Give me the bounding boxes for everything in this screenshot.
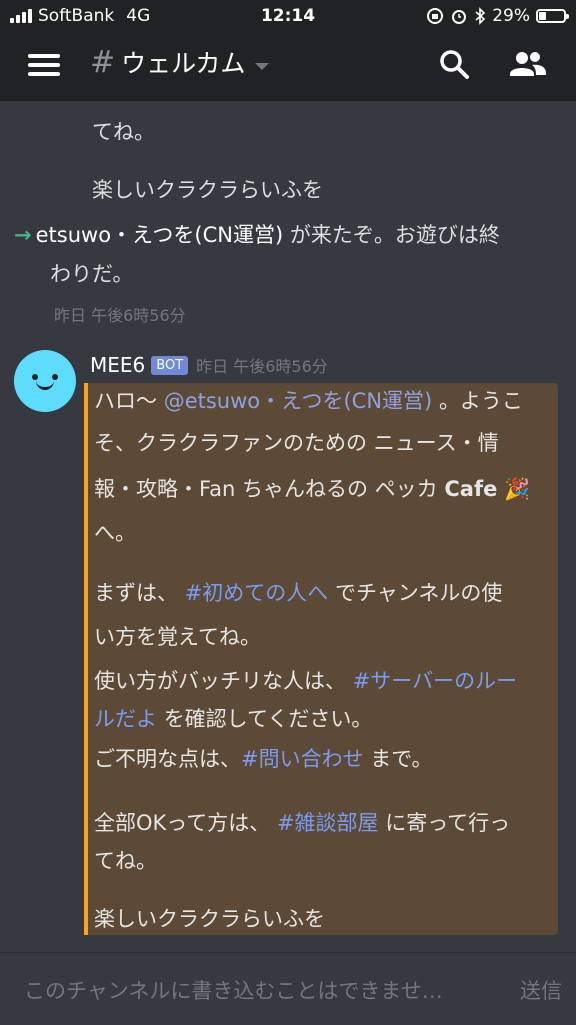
channel-link[interactable]: ルだよ	[94, 707, 157, 731]
join-message: → etsuwo・えつを(CN運営) が来たぞ。お遊びは終 わりだ。	[14, 216, 554, 294]
message-text: てね。	[92, 120, 155, 144]
message-embed: ハロ〜 @etsuwo・えつを(CN運営) 。ようこ そ、クラクラファンのための…	[84, 383, 558, 935]
chevron-down-icon	[255, 62, 270, 70]
menu-icon[interactable]	[28, 54, 60, 78]
send-button[interactable]: 送信	[520, 975, 562, 1005]
channel-link[interactable]: #サーバーのルー	[353, 669, 517, 693]
message-text: 楽しいクラクラらいふを	[92, 178, 323, 202]
hash-icon: #	[90, 44, 116, 80]
status-bar: SoftBank 4G 12:14 29%	[0, 0, 576, 32]
embed-line: てね。	[94, 849, 157, 873]
join-text-cont: わりだ。	[50, 262, 134, 286]
channel-link[interactable]: #初めての人へ	[185, 581, 329, 605]
message-header: MEE6 BOT 昨日 午後6時56分	[90, 353, 328, 377]
members-icon[interactable]	[508, 46, 548, 82]
bluetooth-icon	[475, 7, 486, 25]
join-timestamp: 昨日 午後6時56分	[54, 306, 186, 325]
embed-line: まずは、 #初めての人へ でチャンネルの使	[94, 581, 503, 605]
user-mention[interactable]: @etsuwo・えつを(CN運営)	[164, 389, 433, 413]
embed-line: そ、クラクラファンのための ニュース・情	[94, 431, 499, 455]
search-icon[interactable]	[436, 46, 472, 82]
join-arrow-icon: →	[14, 223, 32, 247]
party-popper-icon: 🎉	[504, 477, 531, 501]
message-input[interactable]: このチャンネルに書き込むことはできませ…	[24, 975, 443, 1005]
channel-link[interactable]: #問い合わせ	[241, 747, 364, 771]
embed-line: 楽しいクラクラらいふを	[94, 907, 325, 931]
embed-line: 報・攻略・Fan ちゃんねるの ペッカ Cafe 🎉	[94, 477, 531, 501]
join-text: が来たぞ。お遊びは終	[283, 223, 500, 247]
embed-line: ご不明な点は、#問い合わせ まで。	[94, 747, 433, 771]
avatar[interactable]	[14, 350, 76, 412]
channel-name: ウェルカム	[121, 49, 246, 78]
message-timestamp: 昨日 午後6時56分	[196, 357, 328, 376]
embed-line: ルだよ を確認してください。	[94, 707, 373, 731]
channel-header: # ウェルカム	[0, 32, 576, 100]
embed-line: ハロ〜 @etsuwo・えつを(CN運営) 。ようこ	[94, 389, 523, 413]
alarm-icon	[452, 10, 467, 24]
embed-line: い方を覚えてね。	[94, 625, 261, 649]
embed-line: 全部OKって方は、 #雑談部屋 に寄って行っ	[94, 811, 511, 835]
orientation-lock-icon	[427, 8, 444, 24]
channel-title[interactable]: # ウェルカム	[90, 44, 270, 80]
embed-line: 使い方がバッチリな人は、 #サーバーのルー	[94, 669, 518, 693]
author-name[interactable]: MEE6	[90, 353, 145, 377]
battery-icon	[536, 9, 569, 23]
message-list[interactable]: てね。 楽しいクラクラらいふを → etsuwo・えつを(CN運営) が来たぞ。お…	[0, 100, 576, 952]
embed-line: へ。	[94, 521, 136, 545]
join-user[interactable]: etsuwo・えつを(CN運営)	[36, 223, 284, 247]
battery-percent: 29%	[492, 6, 530, 26]
message-input-bar: このチャンネルに書き込むことはできませ… 送信	[0, 952, 576, 1025]
bot-badge: BOT	[151, 355, 189, 375]
channel-link[interactable]: #雑談部屋	[277, 811, 379, 835]
